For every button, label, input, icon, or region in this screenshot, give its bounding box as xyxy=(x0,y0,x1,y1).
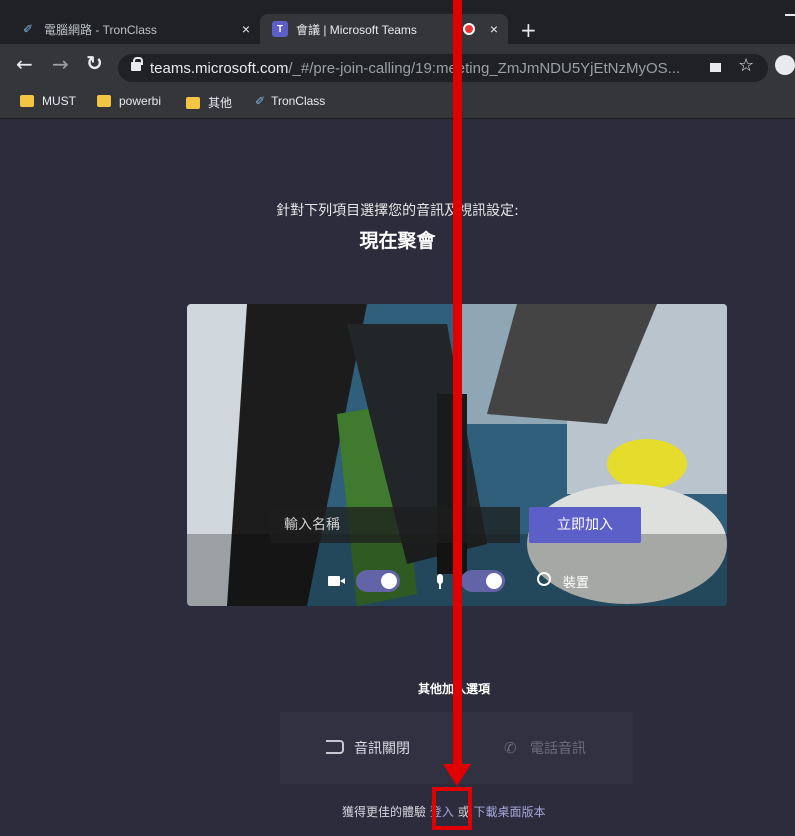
tab-title: 電腦網路 - TronClass xyxy=(44,22,157,37)
bookmark-label: 其他 xyxy=(208,96,233,110)
video-toggle[interactable] xyxy=(356,570,400,592)
join-now-button[interactable]: 立即加入 xyxy=(529,507,641,543)
bookmark-tronclass[interactable]: ✐ TronClass xyxy=(255,94,325,108)
other-options-title: 其他加入選項 xyxy=(0,680,795,697)
camera-in-use-icon[interactable] xyxy=(710,63,721,72)
devices-button[interactable]: 裝置 xyxy=(563,572,589,591)
bookmark-label: MUST xyxy=(42,94,76,108)
annotation-highlight-box xyxy=(432,787,472,830)
bookmark-other[interactable]: 其他 xyxy=(186,94,232,111)
folder-icon xyxy=(20,95,34,107)
tab-teams[interactable]: T 會議 | Microsoft Teams × xyxy=(260,14,508,44)
new-tab-button[interactable]: + xyxy=(520,18,537,42)
close-icon[interactable]: × xyxy=(490,21,498,37)
back-icon[interactable]: ← xyxy=(16,52,33,76)
gear-icon[interactable] xyxy=(537,572,551,586)
reload-icon[interactable]: ↻ xyxy=(86,51,103,75)
folder-icon xyxy=(186,96,200,109)
meeting-title: 現在聚會 xyxy=(359,230,436,252)
audio-off-icon xyxy=(326,740,344,754)
name-input[interactable]: 輸入名稱 xyxy=(270,507,520,543)
recording-icon xyxy=(463,23,475,35)
incognito-icon[interactable] xyxy=(775,55,795,75)
mic-toggle[interactable] xyxy=(461,570,505,592)
footer-prefix: 獲得更佳的體驗 xyxy=(342,805,427,819)
annotation-arrow-shaft xyxy=(453,0,462,768)
folder-icon xyxy=(97,95,111,107)
download-desktop-link[interactable]: 下載桌面版本 xyxy=(474,805,546,819)
close-icon[interactable]: × xyxy=(242,21,250,37)
prejoin-subtitle: 針對下列項目選擇您的音訊及視訊設定: xyxy=(276,203,519,219)
tronclass-icon: ✐ xyxy=(255,94,266,108)
bookmark-label: powerbi xyxy=(119,94,162,108)
url-text[interactable]: teams.microsoft.com/_#/pre-join-calling/… xyxy=(150,60,680,77)
bookmark-must[interactable]: MUST xyxy=(20,94,76,108)
video-camera-lens-icon xyxy=(340,578,345,584)
tab-title: 會議 | Microsoft Teams xyxy=(296,22,417,37)
tronclass-icon: ✐ xyxy=(22,22,34,36)
minimize-icon[interactable] xyxy=(785,14,795,16)
bookmark-label: TronClass xyxy=(271,94,326,108)
lock-shackle-icon xyxy=(133,57,143,65)
microphone-icon xyxy=(437,574,443,584)
microphone-stand-icon xyxy=(439,584,441,589)
teams-icon: T xyxy=(272,21,288,37)
forward-icon[interactable]: → xyxy=(52,52,69,76)
annotation-arrow-head xyxy=(443,764,471,786)
video-camera-icon xyxy=(328,576,340,586)
bookmark-star-icon[interactable]: ☆ xyxy=(738,55,754,76)
tab-tronclass[interactable]: ✐ 電腦網路 - TronClass × xyxy=(8,14,260,44)
phone-audio-button[interactable]: 電話音訊 xyxy=(530,738,586,758)
audio-off-button[interactable]: 音訊關閉 xyxy=(354,738,410,758)
bookmark-powerbi[interactable]: powerbi xyxy=(97,94,161,108)
phone-icon: ✆ xyxy=(504,739,517,757)
